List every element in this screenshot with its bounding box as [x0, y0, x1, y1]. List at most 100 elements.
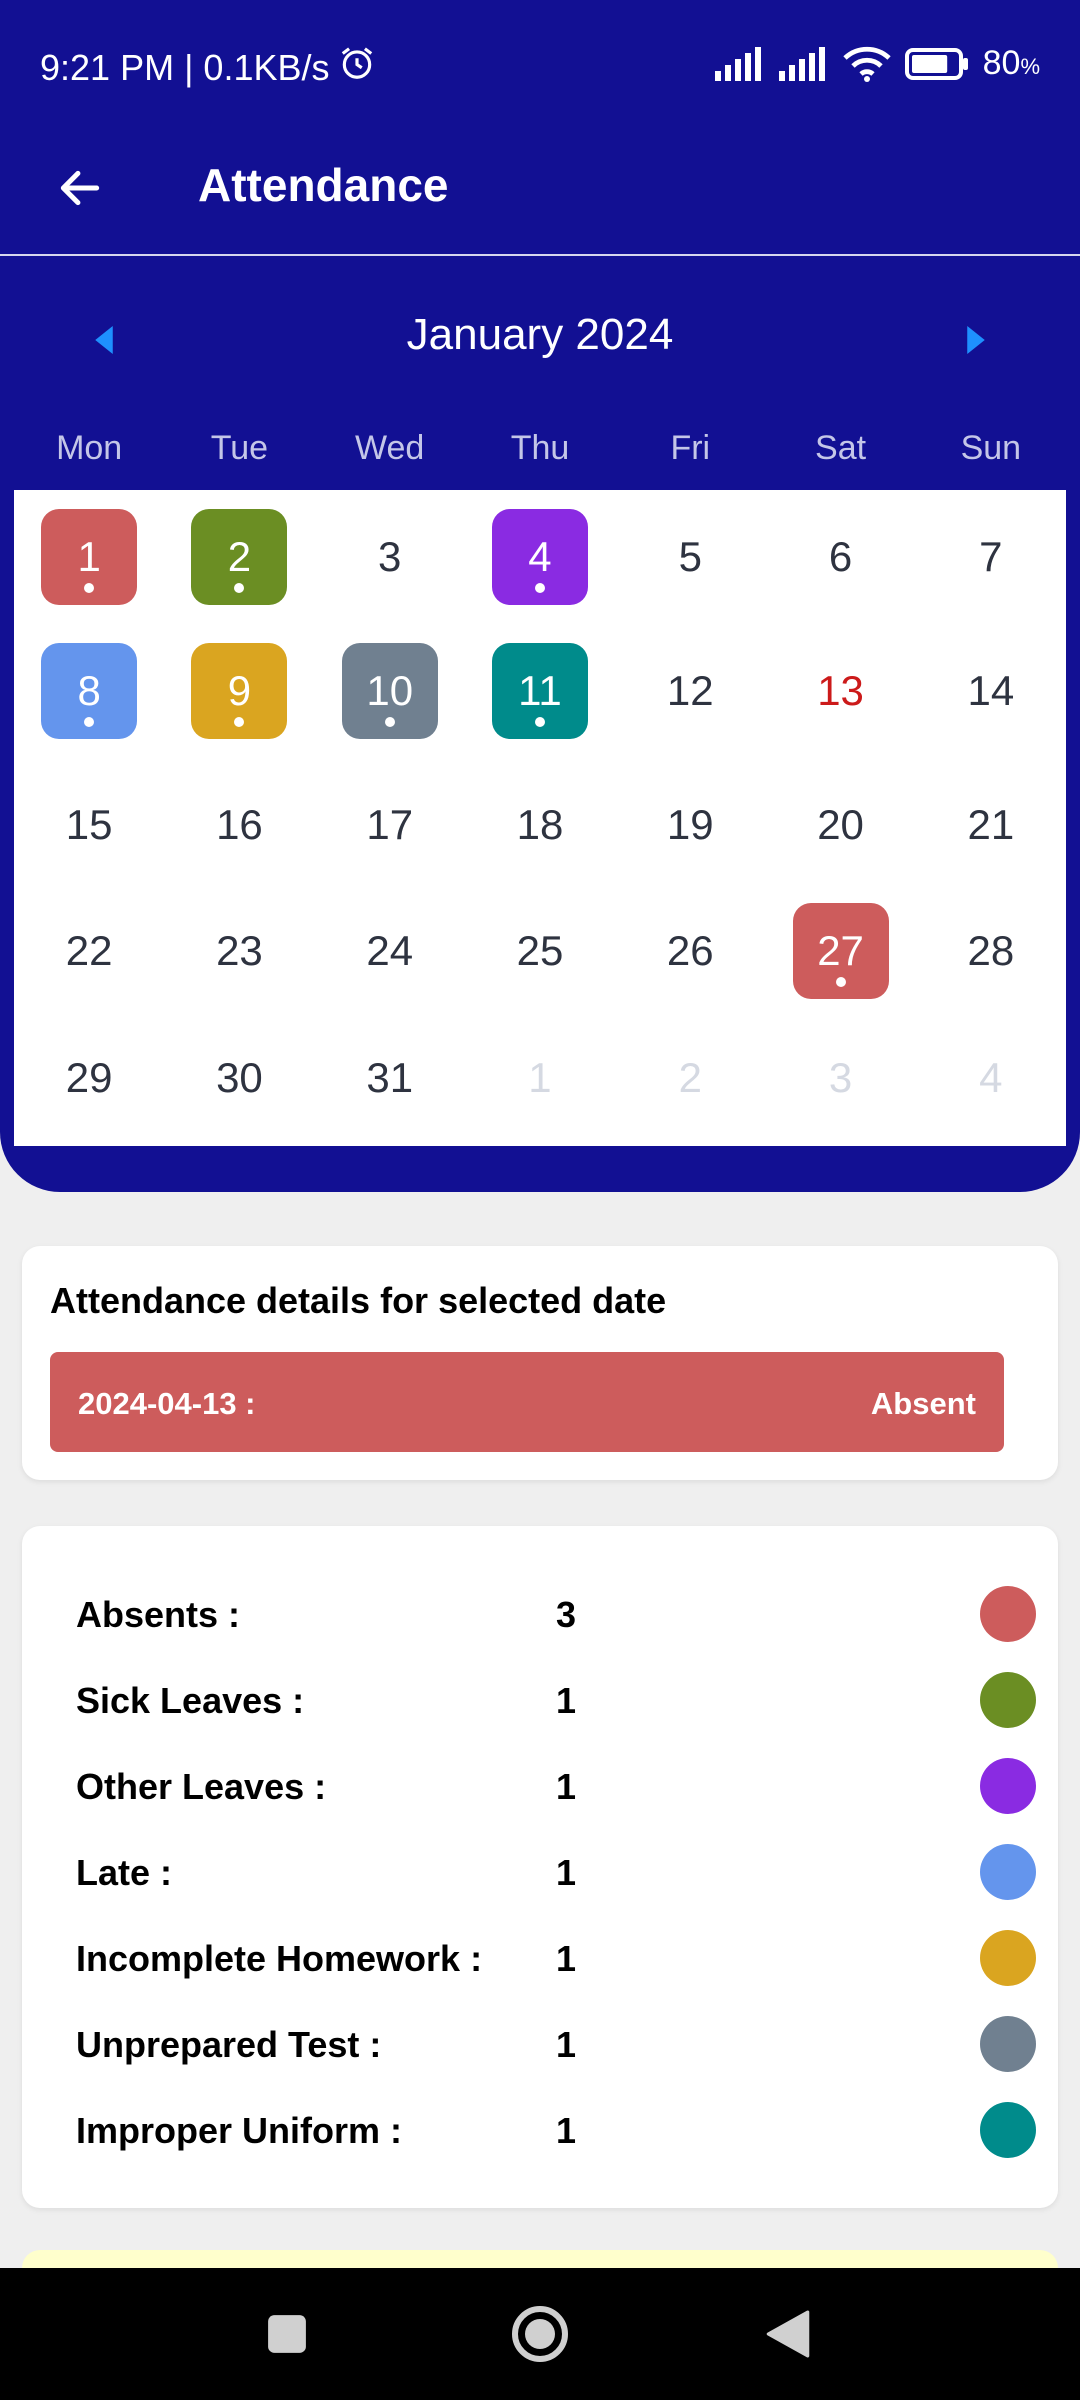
calendar-day-cell[interactable]: 12 [615, 624, 765, 758]
calendar-day: 27 [792, 903, 889, 999]
calendar-day: 21 [943, 777, 1039, 873]
details-status-bar: 2024-04-13 : Absent [50, 1352, 1004, 1452]
calendar-day-cell[interactable]: 1 [14, 490, 164, 624]
calendar-day-number: 5 [678, 533, 702, 580]
calendar-day-cell[interactable]: 8 [14, 624, 164, 758]
calendar-day-cell[interactable]: 10 [315, 624, 465, 758]
calendar-day: 31 [342, 1030, 438, 1126]
back-button[interactable] [48, 156, 112, 220]
weekday-label: Fri [670, 429, 711, 467]
calendar-day-cell[interactable]: 3 [315, 490, 465, 624]
summary-label: Unprepared Test : [76, 2024, 382, 2065]
calendar-day-cell[interactable]: 29 [14, 1010, 164, 1146]
summary-label: Incomplete Homework : [76, 1938, 483, 1979]
summary-label: Sick Leaves : [76, 1680, 305, 1721]
calendar-day-cell[interactable]: 13 [765, 624, 915, 758]
summary-label: Late : [76, 1852, 173, 1893]
calendar-day: 28 [943, 903, 1039, 999]
calendar-day-cell[interactable]: 31 [315, 1010, 465, 1146]
calendar-day: 15 [41, 777, 137, 873]
legend-swatch [980, 1758, 1036, 1814]
calendar-day-cell[interactable]: 30 [164, 1010, 314, 1146]
calendar-day-number: 7 [979, 533, 1003, 580]
calendar-day-cell[interactable]: 17 [315, 758, 465, 892]
calendar-day-cell[interactable]: 5 [615, 490, 765, 624]
calendar-day: 2 [191, 509, 288, 605]
calendar-day-number: 20 [817, 801, 864, 848]
calendar-day-cell[interactable]: 20 [765, 758, 915, 892]
calendar-day-cell[interactable]: 27 [765, 892, 915, 1010]
calendar-day: 4 [491, 509, 588, 605]
calendar-day: 11 [491, 643, 588, 739]
calendar-day-cell[interactable]: 1 [465, 1010, 615, 1146]
calendar-day-cell[interactable]: 7 [916, 490, 1066, 624]
summary-row: Incomplete Homework : 1 [76, 1928, 1036, 1988]
calendar-day-number: 16 [216, 801, 263, 848]
summary-count: 1 [556, 2024, 577, 2065]
calendar-day: 30 [191, 1030, 287, 1126]
calendar-day-number: 2 [678, 1054, 702, 1101]
home-button[interactable] [508, 2302, 572, 2366]
details-date: 2024-04-13 : [78, 1386, 256, 1421]
calendar-day-cell[interactable]: 18 [465, 758, 615, 892]
calendar-day-number: 17 [366, 801, 414, 848]
summary-row: Sick Leaves : 1 [76, 1670, 1036, 1730]
calendar-day-cell[interactable]: 23 [164, 892, 314, 1010]
calendar-day-number: 3 [378, 533, 402, 580]
system-back-button[interactable] [756, 2302, 820, 2366]
calendar-day-cell[interactable]: 4 [465, 490, 615, 624]
calendar-day-cell[interactable]: 28 [916, 892, 1066, 1010]
attendance-marker-dot [534, 717, 545, 727]
calendar-day-number: 31 [366, 1054, 414, 1101]
calendar-day-number: 25 [516, 927, 564, 974]
calendar-day-cell[interactable]: 15 [14, 758, 164, 892]
calendar-day-cell[interactable]: 2 [615, 1010, 765, 1146]
calendar-day-cell[interactable]: 16 [164, 758, 314, 892]
calendar-day: 3 [342, 509, 438, 605]
next-month-button[interactable] [956, 320, 996, 360]
calendar-day-cell[interactable]: 9 [164, 624, 314, 758]
calendar-day-cell[interactable]: 21 [916, 758, 1066, 892]
summary-row: Other Leaves : 1 [76, 1756, 1036, 1816]
summary-label: Improper Uniform : [76, 2110, 403, 2151]
calendar-day-number: 1 [528, 1054, 552, 1101]
calendar-day-number: 29 [65, 1054, 113, 1101]
calendar-day-number: 13 [817, 667, 864, 714]
calendar-day-cell[interactable]: 19 [615, 758, 765, 892]
calendar-day-cell[interactable]: 22 [14, 892, 164, 1010]
calendar-day-cell[interactable]: 24 [315, 892, 465, 1010]
calendar-day-number: 3 [828, 1054, 853, 1101]
calendar-day-cell[interactable]: 3 [765, 1010, 915, 1146]
legend-swatch [980, 2102, 1036, 2158]
calendar-day: 13 [793, 643, 889, 739]
weekday-label: Sat [815, 429, 867, 467]
calendar-day: 3 [793, 1030, 889, 1126]
battery-percent: 80% [983, 44, 1040, 83]
calendar-day-cell[interactable]: 2 [164, 490, 314, 624]
calendar-day-cell[interactable]: 26 [615, 892, 765, 1010]
calendar-day-number: 15 [65, 801, 113, 848]
calendar-day-cell[interactable]: 4 [916, 1010, 1066, 1146]
legend-swatch [980, 1586, 1036, 1642]
calendar-day-cell[interactable]: 11 [465, 624, 615, 758]
battery-icon [904, 47, 968, 80]
summary-count: 1 [556, 1766, 577, 1807]
calendar-day: 19 [642, 777, 738, 873]
calendar-day-cell[interactable]: 25 [465, 892, 615, 1010]
attendance-marker-dot [534, 583, 545, 593]
calendar-day: 16 [191, 777, 287, 873]
calendar-day: 29 [41, 1030, 137, 1126]
attendance-marker-dot [234, 583, 245, 593]
calendar-day-number: 4 [528, 533, 552, 580]
summary-label: Absents : [76, 1594, 241, 1635]
calendar-day-number: 8 [77, 667, 101, 714]
summary-row: Late : 1 [76, 1842, 1036, 1902]
battery-value: 80 [982, 44, 1021, 82]
recents-button[interactable] [255, 2302, 319, 2366]
calendar-day-cell[interactable]: 6 [765, 490, 915, 624]
signal-icon [778, 46, 825, 81]
calendar-day-number: 2 [227, 533, 252, 580]
calendar-day: 18 [492, 777, 588, 873]
calendar-day-cell[interactable]: 14 [916, 624, 1066, 758]
calendar-day: 2 [642, 1030, 738, 1126]
